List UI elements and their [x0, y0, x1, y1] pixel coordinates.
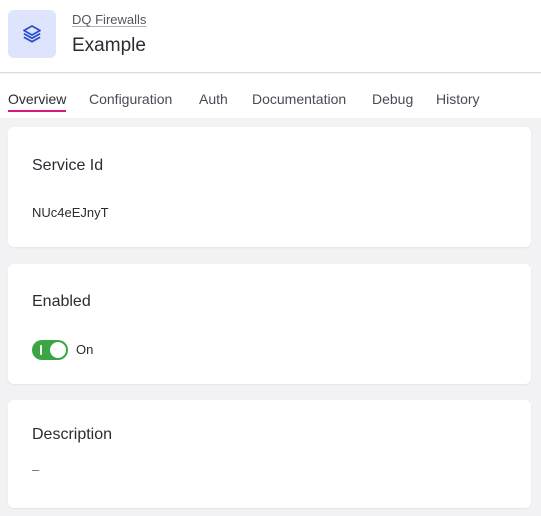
- page-header: DQ Firewalls Example: [0, 0, 541, 73]
- tab-overview[interactable]: Overview: [8, 91, 66, 107]
- layers-icon: [8, 10, 56, 58]
- service-id-card: Service Id NUc4eEJnyT: [8, 127, 531, 247]
- active-tab-indicator: [8, 110, 66, 112]
- tab-debug[interactable]: Debug: [372, 91, 413, 107]
- service-id-value: NUc4eEJnyT: [32, 205, 109, 220]
- tab-documentation[interactable]: Documentation: [252, 91, 346, 107]
- description-card: Description –: [8, 400, 531, 508]
- page-title: Example: [72, 35, 146, 56]
- enabled-card: Enabled On: [8, 264, 531, 384]
- service-id-title: Service Id: [32, 157, 104, 174]
- enabled-toggle[interactable]: [32, 340, 68, 360]
- toggle-knob: [50, 342, 66, 358]
- tab-configuration[interactable]: Configuration: [89, 91, 172, 107]
- tab-bar: Overview Configuration Auth Documentatio…: [0, 74, 541, 118]
- enabled-state-label: On: [76, 342, 94, 357]
- description-value: –: [32, 462, 40, 477]
- enabled-title: Enabled: [32, 293, 91, 310]
- toggle-on-mark: [40, 345, 42, 355]
- tab-history[interactable]: History: [436, 91, 480, 107]
- breadcrumb-link[interactable]: DQ Firewalls: [72, 12, 146, 27]
- description-title: Description: [32, 426, 113, 443]
- tab-auth[interactable]: Auth: [199, 91, 228, 107]
